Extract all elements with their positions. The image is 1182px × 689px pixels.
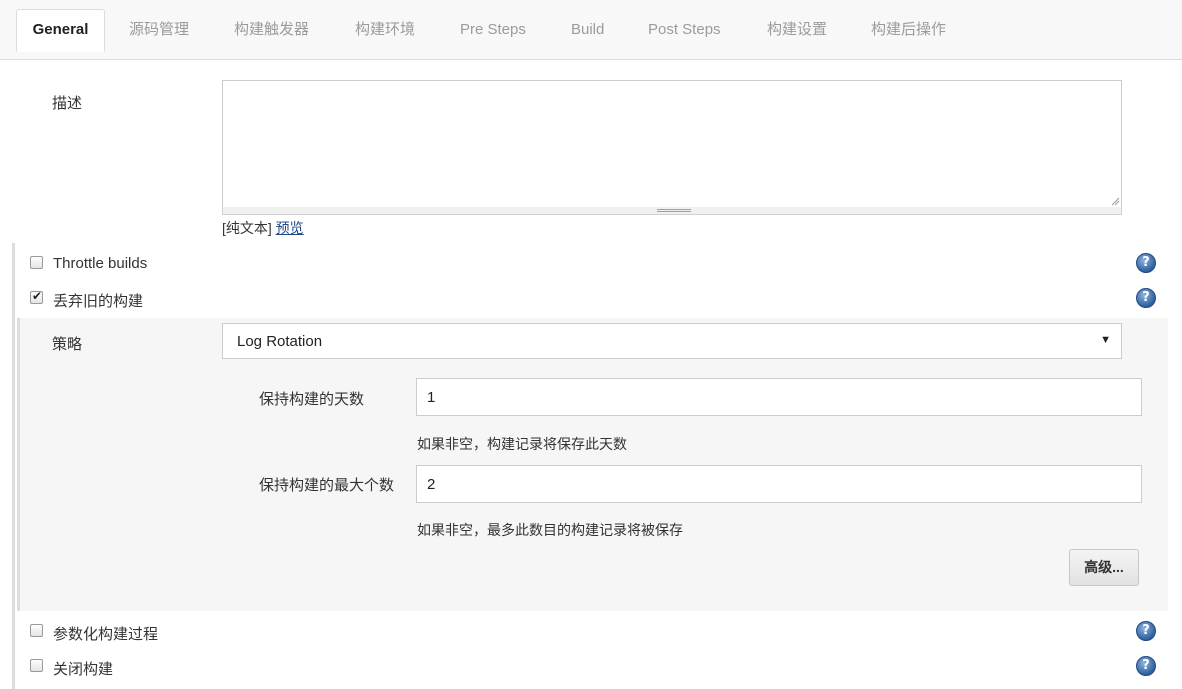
days-to-keep-value: 1 bbox=[427, 389, 436, 406]
help-icon[interactable]: ? bbox=[1136, 621, 1156, 641]
description-textarea[interactable] bbox=[222, 80, 1122, 208]
resize-handle-icon[interactable] bbox=[1110, 196, 1120, 206]
strategy-selected-value: Log Rotation bbox=[237, 333, 323, 350]
textarea-resize-grip[interactable] bbox=[222, 207, 1122, 215]
plain-text-label: [纯文本] bbox=[222, 220, 272, 236]
strategy-select[interactable]: Log Rotation ▼ bbox=[222, 323, 1122, 359]
tab-build[interactable]: Build bbox=[571, 21, 604, 41]
description-label: 描述 bbox=[52, 95, 83, 112]
tab-general[interactable]: General bbox=[16, 9, 105, 52]
options-group-bar bbox=[12, 243, 15, 689]
discard-old-builds-checkbox[interactable]: ✔ bbox=[30, 289, 43, 304]
help-icon[interactable]: ? bbox=[1136, 656, 1156, 676]
tab-pre-steps[interactable]: Pre Steps bbox=[460, 21, 526, 41]
parameterized-build-label: 参数化构建过程 bbox=[53, 626, 159, 643]
max-builds-input[interactable]: 2 bbox=[416, 465, 1142, 503]
disable-build-checkbox[interactable] bbox=[30, 659, 43, 672]
help-icon[interactable]: ? bbox=[1136, 288, 1156, 308]
days-to-keep-label: 保持构建的天数 bbox=[259, 391, 365, 408]
parameterized-build-checkbox[interactable] bbox=[30, 624, 43, 637]
strategy-label: 策略 bbox=[52, 336, 83, 353]
max-builds-label: 保持构建的最大个数 bbox=[259, 477, 395, 494]
tab-bar: General 源码管理 构建触发器 构建环境 Pre Steps Build … bbox=[0, 0, 1182, 60]
grip-lines-icon bbox=[657, 209, 691, 212]
throttle-builds-checkbox[interactable] bbox=[30, 256, 43, 269]
description-format-line: [纯文本] 预览 bbox=[222, 218, 304, 238]
throttle-builds-label: Throttle builds bbox=[53, 255, 148, 272]
discard-old-builds-label: 丢弃旧的构建 bbox=[53, 293, 144, 310]
dropdown-arrow-icon: ▼ bbox=[1100, 334, 1111, 346]
advanced-button[interactable]: 高级... bbox=[1069, 549, 1139, 586]
tab-build-environment[interactable]: 构建环境 bbox=[355, 21, 415, 41]
tab-build-settings[interactable]: 构建设置 bbox=[767, 21, 827, 41]
discard-builds-section-bar bbox=[17, 318, 20, 611]
disable-build-label: 关闭构建 bbox=[53, 661, 114, 678]
tab-source-management[interactable]: 源码管理 bbox=[129, 21, 189, 41]
max-builds-hint: 如果非空，最多此数目的构建记录将被保存 bbox=[417, 522, 683, 538]
preview-link[interactable]: 预览 bbox=[276, 220, 304, 236]
days-to-keep-hint: 如果非空，构建记录将保存此天数 bbox=[417, 436, 627, 452]
checkmark-icon: ✔ bbox=[32, 289, 43, 303]
tab-post-steps[interactable]: Post Steps bbox=[648, 21, 721, 41]
tab-build-triggers[interactable]: 构建触发器 bbox=[234, 21, 309, 41]
tab-post-build-actions[interactable]: 构建后操作 bbox=[871, 21, 946, 41]
help-icon[interactable]: ? bbox=[1136, 253, 1156, 273]
max-builds-value: 2 bbox=[427, 476, 436, 493]
days-to-keep-input[interactable]: 1 bbox=[416, 378, 1142, 416]
